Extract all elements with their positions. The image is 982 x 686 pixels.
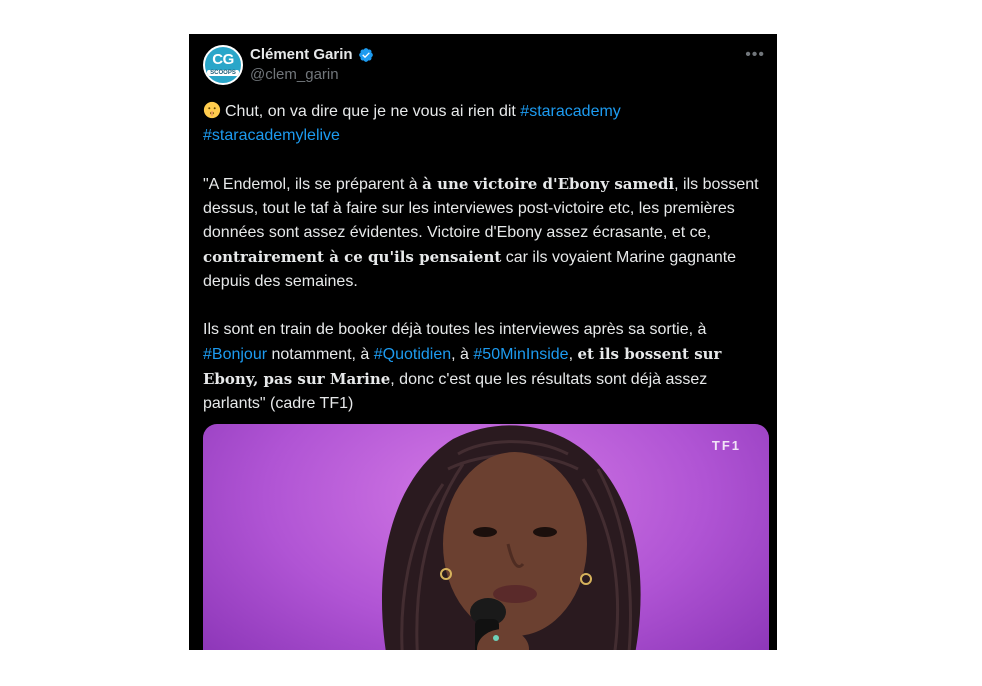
- tweet-text: Chut, on va dire que je ne vous ai rien …: [203, 100, 763, 416]
- author-handle[interactable]: @clem_garin: [250, 66, 374, 83]
- singer-photo: [382, 425, 641, 650]
- more-options-icon[interactable]: •••: [745, 46, 765, 64]
- author-block: Clément Garin @clem_garin: [250, 46, 374, 83]
- tweet-paragraph-1: Chut, on va dire que je ne vous ai rien …: [203, 100, 763, 148]
- text-segment: Ils sont en train de booker déjà toutes …: [203, 321, 707, 338]
- author-name[interactable]: Clément Garin: [250, 46, 353, 63]
- text-segment: "A Endemol, ils se préparent à: [203, 176, 423, 193]
- bold-segment: à une victoire d'Ebony samedi: [422, 175, 675, 193]
- hashtag-staracademy[interactable]: #staracademy: [520, 103, 621, 120]
- bold-segment: contrairement à ce qu'ils pensaient: [203, 248, 502, 266]
- avatar-subtext: SCOOPS: [207, 70, 239, 76]
- tweet-paragraph-2: "A Endemol, ils se préparent à à une vic…: [203, 172, 763, 294]
- tf1-watermark: TF1: [711, 438, 741, 453]
- shushing-face-icon: [203, 101, 221, 119]
- tweet-paragraph-3: Ils sont en train de booker déjà toutes …: [203, 318, 763, 416]
- tweet-card: CG SCOOPS Clément Garin @clem_garin ••• …: [189, 34, 777, 650]
- text-segment: notamment, à: [267, 346, 374, 363]
- verified-badge-icon: [358, 47, 373, 62]
- tweet-media-image[interactable]: TF1: [203, 424, 769, 650]
- hashtag-staracademylelive[interactable]: #staracademylelive: [203, 127, 340, 144]
- tweet-line-1: Chut, on va dire que je ne vous ai rien …: [225, 103, 521, 120]
- avatar[interactable]: CG SCOOPS: [203, 45, 243, 85]
- text-segment: , à: [451, 346, 474, 363]
- hashtag-quotidien[interactable]: #Quotidien: [374, 346, 451, 363]
- hashtag-50mininside[interactable]: #50MinInside: [473, 346, 568, 363]
- author-name-row[interactable]: Clément Garin: [250, 46, 374, 63]
- avatar-initials: CG: [212, 51, 234, 68]
- hashtag-bonjour[interactable]: #Bonjour: [203, 346, 267, 363]
